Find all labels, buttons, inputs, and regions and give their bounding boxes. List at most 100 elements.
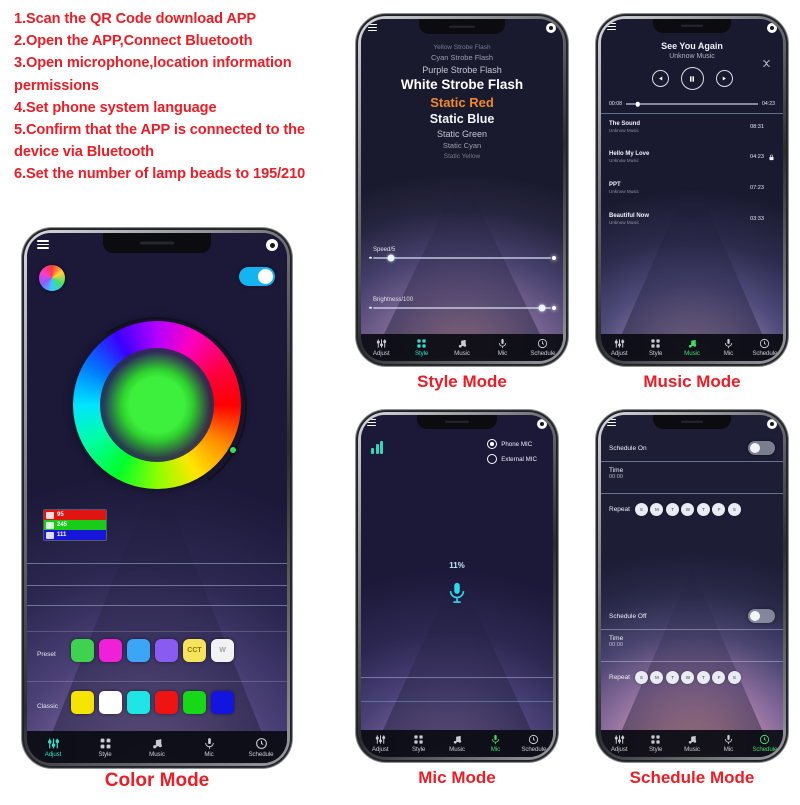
bottom-nav-mic[interactable]: Adjust Style Music Mic Schedule — [361, 730, 553, 757]
nav-item-style[interactable]: Style — [637, 734, 673, 753]
day-toggle[interactable]: W — [681, 670, 695, 684]
day-toggle[interactable]: T — [696, 502, 710, 516]
effect-item[interactable]: Yellow Strobe Flash — [361, 44, 563, 51]
classic-swatch-red[interactable] — [155, 691, 178, 714]
nav-item-mic[interactable]: Mic — [476, 734, 514, 753]
classic-swatch-white[interactable] — [99, 691, 122, 714]
nav-item-music[interactable]: Music — [674, 338, 710, 357]
brightness-track[interactable] — [369, 304, 556, 312]
menu-icon[interactable] — [37, 240, 49, 249]
effect-item[interactable]: Static Yellow — [361, 153, 563, 160]
track-row[interactable]: Beautiful Now Unknow Music 03:33 — [601, 213, 783, 225]
nav-item-schedule[interactable]: Schedule — [523, 338, 563, 357]
pause-button[interactable] — [680, 67, 704, 90]
progress-track[interactable] — [625, 101, 759, 107]
nav-item-adjust[interactable]: Adjust — [601, 338, 637, 357]
track-row[interactable]: PPT Unknow Music 07:23 — [601, 182, 783, 194]
schedule-on-row[interactable]: Schedule On — [601, 437, 783, 459]
menu-icon[interactable] — [607, 419, 616, 426]
lock-icon[interactable] — [764, 154, 775, 161]
mic-source-options[interactable]: Phone MIC External MIC — [487, 439, 537, 469]
next-button[interactable] — [715, 70, 733, 87]
day-toggle[interactable]: T — [696, 670, 710, 684]
nav-item-music[interactable]: Music — [442, 338, 482, 357]
device-status-icon[interactable] — [537, 419, 547, 429]
preset-swatch-cct[interactable]: CCT — [183, 639, 206, 662]
microphone-icon[interactable] — [446, 577, 468, 612]
bottom-nav-style[interactable]: Adjust Style Music Mic Schedule — [361, 334, 563, 361]
device-status-icon[interactable] — [767, 419, 777, 429]
effect-item[interactable]: Cyan Strobe Flash — [361, 53, 563, 62]
nav-item-mic[interactable]: Mic — [710, 338, 746, 357]
day-toggle[interactable]: M — [650, 502, 664, 516]
nav-item-schedule[interactable]: Schedule — [515, 734, 553, 753]
progress-handle[interactable] — [635, 101, 641, 107]
effect-item[interactable]: Static Blue — [361, 112, 563, 126]
day-toggle[interactable]: W — [681, 502, 695, 516]
device-status-icon[interactable] — [767, 23, 777, 33]
classic-swatch-row[interactable] — [71, 691, 234, 714]
day-toggle[interactable]: F — [712, 670, 726, 684]
nav-item-music[interactable]: Music — [438, 734, 476, 753]
brightness-handle[interactable] — [538, 304, 546, 312]
nav-item-schedule[interactable]: Schedule — [747, 338, 783, 357]
power-toggle[interactable] — [239, 267, 275, 286]
preset-swatch-purple[interactable] — [155, 639, 178, 662]
schedule-on-toggle[interactable] — [748, 441, 775, 455]
bottom-nav-schedule[interactable]: Adjust Style Music Mic Schedule — [601, 730, 783, 757]
schedule-on-repeat[interactable]: Repeat S M T W T F S — [601, 501, 783, 517]
nav-item-music[interactable]: Music — [674, 734, 710, 753]
day-toggle[interactable]: M — [650, 670, 664, 684]
day-toggle[interactable]: T — [665, 502, 679, 516]
track-row[interactable]: Hello My Love Unknow Music 04:23 — [601, 151, 783, 163]
bottom-nav-color[interactable]: Adjust Style Music Mic Schedule — [27, 731, 287, 763]
schedule-off-toggle[interactable] — [748, 609, 775, 623]
schedule-on-time[interactable]: Time 00:00 — [609, 467, 623, 480]
schedule-off-time[interactable]: Time 00:00 — [609, 635, 623, 648]
effect-item-selected[interactable]: Static Red — [361, 95, 563, 110]
menu-icon[interactable] — [367, 419, 376, 426]
nav-item-style[interactable]: Style — [401, 338, 441, 357]
effect-item[interactable]: Purple Strobe Flash — [361, 65, 563, 75]
nav-item-adjust[interactable]: Adjust — [601, 734, 637, 753]
nav-item-style[interactable]: Style — [79, 737, 131, 758]
equalizer-icon[interactable] — [371, 441, 383, 454]
nav-item-schedule[interactable]: Schedule — [747, 734, 783, 753]
schedule-off-day-row[interactable]: S M T W T F S — [634, 670, 741, 684]
nav-item-mic[interactable]: Mic — [710, 734, 746, 753]
schedule-off-row[interactable]: Schedule Off — [601, 605, 783, 627]
day-toggle[interactable]: S — [727, 502, 741, 516]
nav-item-adjust[interactable]: Adjust — [361, 734, 399, 753]
track-row[interactable]: The Sound Unknow Music 08:31 — [601, 121, 783, 133]
playback-controls[interactable] — [601, 67, 783, 90]
nav-item-schedule[interactable]: Schedule — [235, 737, 287, 758]
preset-swatch-white[interactable]: W — [211, 639, 234, 662]
device-status-icon[interactable] — [266, 239, 278, 251]
day-toggle[interactable]: T — [665, 670, 679, 684]
playback-progress[interactable]: 00:08 04:23 — [609, 101, 775, 107]
preset-swatch-row[interactable]: CCT W — [71, 639, 234, 662]
speed-track[interactable] — [369, 254, 556, 262]
color-picker-button[interactable] — [39, 265, 65, 291]
nav-item-mic[interactable]: Mic — [482, 338, 522, 357]
day-toggle[interactable]: S — [727, 670, 741, 684]
classic-swatch-cyan[interactable] — [127, 691, 150, 714]
prev-button[interactable] — [651, 70, 669, 87]
nav-item-style[interactable]: Style — [637, 338, 673, 357]
effect-item[interactable]: Static Cyan — [361, 141, 563, 150]
mic-option-external[interactable]: External MIC — [487, 454, 537, 464]
nav-item-adjust[interactable]: Adjust — [361, 338, 401, 357]
speed-handle[interactable] — [387, 254, 395, 262]
brightness-arc-handle[interactable] — [230, 447, 236, 453]
menu-icon[interactable] — [368, 24, 377, 32]
schedule-on-day-row[interactable]: S M T W T F S — [634, 502, 741, 516]
menu-icon[interactable] — [607, 23, 616, 30]
device-status-icon[interactable] — [546, 23, 556, 33]
effect-item[interactable]: Static Green — [361, 129, 563, 139]
preset-swatch-blue[interactable] — [127, 639, 150, 662]
classic-swatch-green[interactable] — [183, 691, 206, 714]
classic-swatch-blue[interactable] — [211, 691, 234, 714]
classic-swatch-yellow[interactable] — [71, 691, 94, 714]
schedule-off-repeat[interactable]: Repeat S M T W T F S — [601, 669, 783, 685]
day-toggle[interactable]: F — [712, 502, 726, 516]
